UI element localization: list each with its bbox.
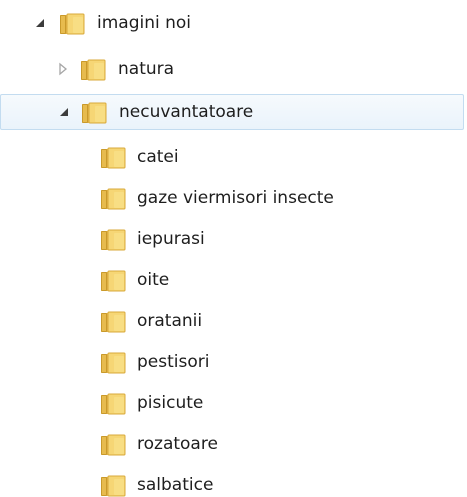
tree-item-catei[interactable]: catei: [0, 140, 467, 176]
folder-icon: [81, 101, 107, 125]
tree-item-label: pestisori: [137, 352, 210, 372]
folder-icon: [100, 351, 126, 375]
folder-icon: [100, 310, 126, 334]
folder-icon: [100, 392, 126, 416]
tree-item-label: oite: [137, 270, 170, 290]
folder-icon: [100, 228, 126, 252]
tree-item-salbatice[interactable]: salbatice: [0, 468, 467, 497]
tree-item-label: iepurasi: [137, 229, 205, 249]
tree-item-label: salbatice: [137, 475, 214, 495]
tree-item-iepurasi[interactable]: iepurasi: [0, 222, 467, 258]
folder-icon: [100, 474, 126, 497]
folder-icon: [100, 146, 126, 170]
tree-item-necuvantatoare[interactable]: necuvantatoare: [0, 94, 464, 130]
folder-icon: [100, 269, 126, 293]
tree-item-pestisori[interactable]: pestisori: [0, 345, 467, 381]
folder-icon: [80, 58, 106, 82]
tree-item-label: imagini noi: [97, 13, 192, 33]
folder-icon: [100, 187, 126, 211]
expanded-arrow-icon[interactable]: [32, 15, 48, 31]
expanded-arrow-icon[interactable]: [56, 104, 72, 120]
tree-item-rozatoare[interactable]: rozatoare: [0, 427, 467, 463]
tree-item-natura[interactable]: natura: [0, 52, 467, 88]
tree-item-label: oratanii: [137, 311, 203, 331]
folder-icon: [100, 433, 126, 457]
tree-item-label: pisicute: [137, 393, 204, 413]
folder-tree: imagini noi natura necuvantatoare catei …: [0, 0, 467, 497]
tree-item-label: natura: [118, 59, 175, 79]
tree-item-pisicute[interactable]: pisicute: [0, 386, 467, 422]
tree-item-gaze-viermisori-insecte[interactable]: gaze viermisori insecte: [0, 181, 467, 217]
tree-item-label: necuvantatoare: [119, 102, 254, 122]
tree-item-label: rozatoare: [137, 434, 218, 454]
folder-icon: [59, 12, 85, 36]
tree-item-oratanii[interactable]: oratanii: [0, 304, 467, 340]
tree-item-label: gaze viermisori insecte: [137, 188, 334, 208]
tree-item-imagini-noi[interactable]: imagini noi: [0, 6, 467, 42]
tree-item-label: catei: [137, 147, 179, 167]
collapsed-arrow-icon[interactable]: [55, 61, 71, 77]
tree-item-oite[interactable]: oite: [0, 263, 467, 299]
